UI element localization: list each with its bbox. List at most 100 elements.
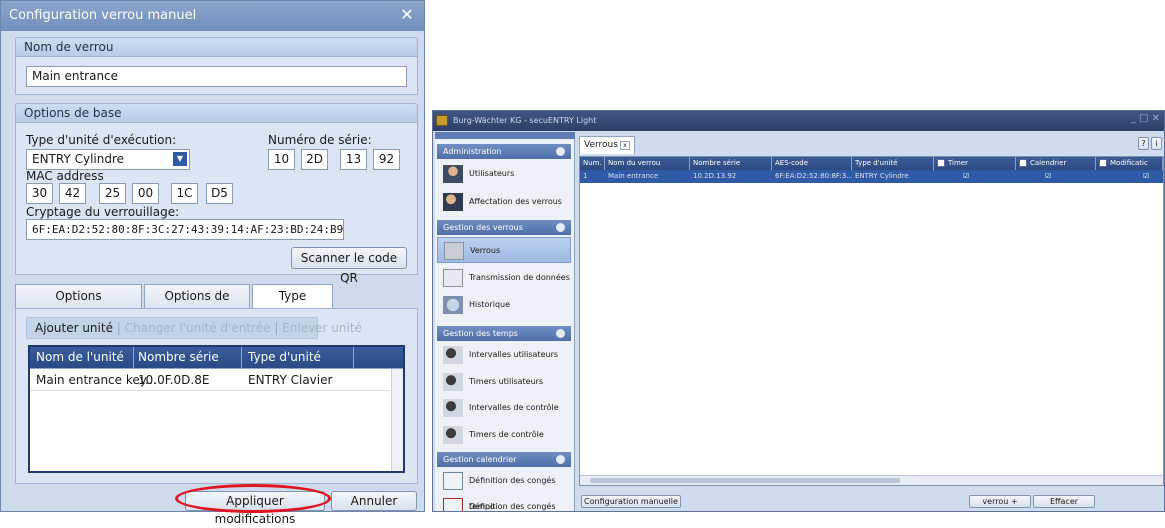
checkbox-icon[interactable] [937,159,945,167]
col-label: Timer [948,159,969,167]
serial-byte-1[interactable]: 10 [268,149,295,170]
nav-item-locks[interactable]: Verrous [437,237,571,263]
nav-item-label: Verrous [470,246,501,255]
transfer-icon [443,269,463,287]
collapse-icon[interactable] [556,223,565,232]
base-options-header: Options de base [15,103,418,123]
nav-item-perm-holidays[interactable]: Définition des congés perma [437,494,571,511]
add-lock-button[interactable]: verrou + [969,495,1031,508]
cell-aes: 6F:EA:D2:52:80:8F:3... [775,172,852,180]
calendar-checkbox[interactable]: ☑ [1042,170,1062,183]
serial-byte-4[interactable]: 92 [373,149,400,170]
col-modification[interactable]: Modificatic [1096,157,1163,170]
app-logo-icon [436,115,448,126]
nav-item-users[interactable]: Utilisateurs [437,161,571,187]
col-unit-type: Type d'unité [248,350,321,364]
modification-checkbox[interactable]: ☑ [1140,170,1160,183]
tab-input-type[interactable]: Type d'entrée [252,284,333,325]
checkbox-icon[interactable] [1019,159,1027,167]
mac-byte-1[interactable]: 30 [26,183,53,204]
col-serial: Nombre série [138,350,219,364]
delete-button[interactable]: Effacer [1033,495,1095,508]
col-num: Num. [580,157,605,170]
collapse-icon[interactable] [556,329,565,338]
timer-checkbox[interactable]: ☑ [960,170,980,183]
col-divider [353,347,354,369]
tab-additional-options[interactable]: Options additionnelles [15,284,142,325]
nav-item-label: Définition des congés perma [469,502,556,511]
unit-type-value: ENTRY Cylindre [32,152,125,166]
app-window: Burg-Wächter KG - secuENTRY Light _ □ ✕ … [432,110,1165,512]
remove-unit-button[interactable]: Enlever unité [282,321,362,335]
nav-group-calendar[interactable]: Gestion calendrier [437,452,571,467]
nav-panel: Administration Utilisateurs Affectation … [435,132,575,511]
checkbox-icon[interactable] [1099,159,1107,167]
chevron-down-icon[interactable]: ▼ [173,152,187,166]
nav-item-control-intervals[interactable]: Intervalles de contrôle [437,395,571,421]
mac-byte-4[interactable]: 00 [132,183,159,204]
nav-item-label: Timers utilisateurs [469,377,544,386]
unit-toolbar: Ajouter unité | Changer l'unité d'entrée… [26,317,362,339]
mac-byte-5[interactable]: 1C [171,183,198,204]
collapse-icon[interactable] [556,147,565,156]
scrollbar-thumb[interactable] [590,478,900,483]
lock-name-section: Main entrance [15,57,418,95]
nav-item-history[interactable]: Historique [437,292,571,318]
horizontal-scrollbar[interactable] [580,475,1163,485]
nav-item-temp-holidays[interactable]: Définition des congés tempo [437,468,571,511]
serial-byte-2[interactable]: 2D [301,149,328,170]
col-label: Modificatic [1110,159,1148,167]
nav-group-title: Gestion des verrous [443,223,523,232]
nav-top-bar [435,132,575,139]
highlight-ellipse [175,484,331,513]
app-title: Burg-Wächter KG - secuENTRY Light [433,111,1164,131]
collapse-icon[interactable] [556,455,565,464]
change-unit-button[interactable]: Changer l'unité d'entrée [125,321,271,335]
table-scrollbar[interactable] [391,369,403,471]
close-icon[interactable]: ✕ [396,4,418,26]
col-divider [241,347,242,369]
nav-item-user-intervals[interactable]: Intervalles utilisateurs [437,342,571,368]
window-controls-icon[interactable]: _ □ ✕ [1131,113,1160,124]
nav-group-locks[interactable]: Gestion des verrous [437,220,571,235]
table-row[interactable]: Main entrance key... 10.0F.0D.8E ENTRY C… [30,369,390,391]
manual-config-button[interactable]: Configuration manuelle [581,495,681,508]
nav-item-user-timers[interactable]: Timers utilisateurs [437,369,571,395]
tab-label: Verrous [584,140,618,150]
nav-item-data-transfer[interactable]: Transmission de données [437,265,571,291]
serial-byte-3[interactable]: 13 [340,149,367,170]
col-calendar[interactable]: Calendrier [1016,157,1096,170]
cancel-button[interactable]: Annuler [331,491,417,511]
cell-serial: 10.2D.13.92 [693,172,737,180]
history-icon [443,296,463,314]
col-timer[interactable]: Timer [934,157,1016,170]
nav-group-administration[interactable]: Administration [437,144,571,159]
mac-byte-6[interactable]: D5 [206,183,233,204]
tab-settings-options[interactable]: Options de réglage [144,284,250,325]
mac-byte-2[interactable]: 42 [59,183,86,204]
mac-byte-3[interactable]: 25 [99,183,126,204]
nav-item-lock-assignment[interactable]: Affectation des verrous [437,189,571,215]
serial-label: Numéro de série: [268,133,372,147]
control-interval-icon [443,399,463,417]
col-unit-type: Type d'unité [852,157,934,170]
info-button[interactable]: i [1151,137,1162,150]
lock-config-dialog: Configuration verrou manuel ✕ Nom de ver… [0,0,425,526]
scan-qr-button[interactable]: Scanner le code QR [291,247,407,285]
help-button[interactable]: ? [1138,137,1149,150]
close-tab-icon[interactable]: x [620,141,630,150]
crypt-label: Cryptage du verrouillage: [26,205,180,219]
nav-group-title: Administration [443,147,502,156]
nav-group-time[interactable]: Gestion des temps [437,326,571,341]
nav-item-label: Intervalles de contrôle [469,403,559,412]
unit-type-select[interactable]: ENTRY Cylindre ▼ [26,149,190,170]
nav-item-control-timers[interactable]: Timers de contrôle [437,422,571,448]
crypt-key-input[interactable]: 6F:EA:D2:52:80:8F:3C:27:43:39:14:AF:23:B… [26,219,344,240]
nav-group-title: Gestion calendrier [443,455,517,464]
lock-cylinder-icon [444,242,464,260]
tab-locks[interactable]: Verrous x [579,136,635,154]
locks-grid: Num. Nom du verrou Nombre série AES-code… [579,156,1164,486]
lock-name-input[interactable]: Main entrance [26,66,407,87]
add-unit-button[interactable]: Ajouter unité [27,321,113,335]
control-timer-icon [443,426,463,444]
